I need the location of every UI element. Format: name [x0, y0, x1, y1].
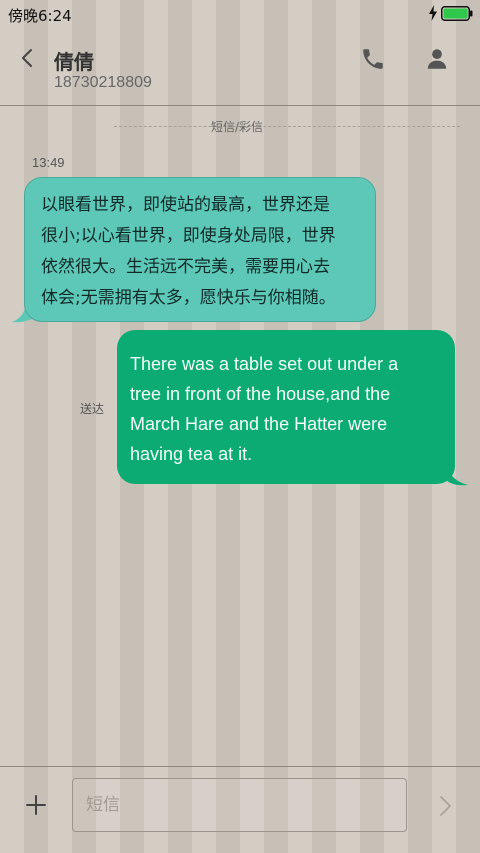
message-line: 很小;以心看世界，即使身处局限，世界 [41, 226, 336, 246]
message-line: There was a table set out under a [130, 354, 399, 374]
message-line: 以眼看世界，即使站的最高，世界还是 [41, 195, 330, 215]
message-input[interactable] [72, 778, 407, 832]
message-line: 体会;无需拥有太多，愿快乐与你相随。 [41, 288, 336, 308]
message-line: 依然很大。生活远不完美，需要用心去 [41, 257, 330, 277]
message-type-divider: 短信/彩信 [0, 116, 480, 136]
message-timestamp: 13:49 [32, 155, 65, 170]
message-composer [0, 766, 480, 853]
incoming-message-bubble[interactable]: 以眼看世界，即使站的最高，世界还是 很小;以心看世界，即使身处局限，世界 依然很… [24, 177, 376, 322]
outgoing-message-bubble[interactable]: There was a table set out under a tree i… [117, 330, 455, 484]
battery-icon [441, 6, 473, 21]
status-bar: 傍晚6:24 [0, 0, 480, 28]
delivery-status: 送达 [80, 402, 105, 416]
conversation-header: 倩倩 18730218809 [0, 28, 480, 106]
chevron-left-icon[interactable] [14, 44, 42, 72]
status-time: 傍晚6:24 [8, 7, 72, 25]
phone-icon[interactable] [360, 46, 386, 72]
contact-name: 倩倩 [54, 50, 94, 74]
person-icon[interactable] [424, 46, 450, 72]
message-type-label: 短信/彩信 [211, 120, 264, 134]
message-line: tree in front of the house,and the [130, 384, 391, 404]
plus-icon[interactable] [24, 793, 48, 817]
message-line: March Hare and the Hatter were [130, 414, 388, 434]
chevron-right-icon[interactable] [436, 793, 454, 819]
message-line: having tea at it. [130, 444, 253, 464]
charging-bolt-icon [429, 5, 437, 21]
contact-number: 18730218809 [54, 74, 152, 91]
